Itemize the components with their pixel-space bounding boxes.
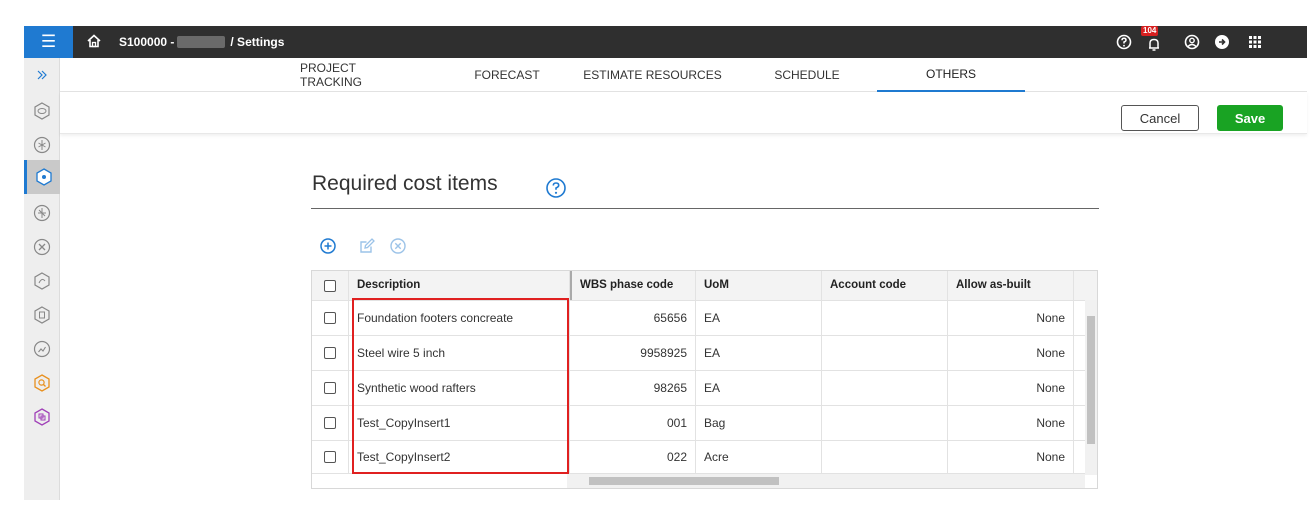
cell-allow-as-built[interactable]: None [948,371,1074,405]
cell-uom[interactable]: Acre [696,441,822,473]
project-code[interactable]: S100000 - [119,35,174,49]
top-bar: ☰ S100000 - / Settings 104 [24,26,1307,58]
row-checkbox-cell [312,371,349,405]
title-divider [311,208,1099,209]
vertical-scrollbar[interactable] [1085,300,1097,475]
column-header-uom[interactable]: UoM [696,271,822,300]
cell-wbs-phase-code[interactable]: 022 [570,441,696,473]
cell-wbs-phase-code[interactable]: 98265 [570,371,696,405]
row-checkbox[interactable] [324,451,336,463]
cell-account-code[interactable] [822,336,948,370]
bell-icon[interactable] [1145,35,1163,53]
breadcrumb-page: / Settings [230,35,285,49]
resources-icon[interactable] [24,230,60,264]
cell-allow-as-built[interactable]: None [948,336,1074,370]
cell-uom[interactable]: EA [696,301,822,335]
cell-wbs-phase-code[interactable]: 001 [570,406,696,440]
column-header-description[interactable]: Description [349,271,570,300]
horizontal-scrollbar[interactable] [567,474,1085,488]
redacted-project-name [177,36,226,48]
breadcrumb: S100000 - / Settings [119,35,284,49]
row-checkbox-cell [312,301,349,335]
schedule-icon[interactable] [24,196,60,230]
table-header: Description WBS phase code UoM Account c… [312,271,1097,301]
row-checkbox-cell [312,336,349,370]
help-icon[interactable] [545,177,567,199]
cell-account-code[interactable] [822,406,948,440]
tab-forecast[interactable]: FORECAST [462,58,552,92]
column-header-wbs-phase-code[interactable]: WBS phase code [570,271,696,300]
integration-icon[interactable] [24,400,60,434]
cell-uom[interactable]: EA [696,336,822,370]
vertical-scroll-thumb[interactable] [1087,316,1095,444]
tab-others[interactable]: OTHERS [877,58,1025,92]
home-icon[interactable] [85,32,103,52]
cancel-button[interactable]: Cancel [1121,105,1199,131]
delete-icon[interactable] [389,237,407,255]
cell-account-code[interactable] [822,441,948,473]
row-checkbox[interactable] [324,312,336,324]
tab-estimate-resources[interactable]: ESTIMATE RESOURCES [580,58,725,92]
apps-grid-icon[interactable] [1246,33,1264,51]
help-icon[interactable] [1115,33,1133,51]
column-header-allow-as-built[interactable]: Allow as-built [948,271,1074,300]
page-title: Required cost items [312,172,498,195]
settings-tabs: PROJECT TRACKING FORECAST ESTIMATE RESOU… [60,58,1307,92]
estimate-icon[interactable] [24,94,60,128]
project-tracking-icon[interactable] [24,128,60,162]
highlight-annotation-box [352,298,569,474]
notification-count-badge: 104 [1141,26,1159,36]
row-checkbox[interactable] [324,347,336,359]
left-rail [24,58,60,500]
cell-allow-as-built[interactable]: None [948,441,1074,473]
cell-account-code[interactable] [822,371,948,405]
row-checkbox-cell [312,406,349,440]
cell-uom[interactable]: Bag [696,406,822,440]
cell-wbs-phase-code[interactable]: 65656 [570,301,696,335]
cell-allow-as-built[interactable]: None [948,406,1074,440]
row-checkbox-cell [312,441,349,473]
tab-schedule[interactable]: SCHEDULE [762,58,852,92]
select-all-checkbox-cell [312,271,349,300]
reports-icon[interactable] [24,332,60,366]
user-icon[interactable] [1183,33,1201,51]
cost-items-icon[interactable] [24,160,60,194]
documents-icon[interactable] [24,298,60,332]
cell-allow-as-built[interactable]: None [948,301,1074,335]
cell-account-code[interactable] [822,301,948,335]
logout-icon[interactable] [1213,33,1231,51]
save-button[interactable]: Save [1217,105,1283,131]
menu-icon[interactable]: ☰ [24,26,73,58]
tab-project-tracking[interactable]: PROJECT TRACKING [300,58,420,92]
row-checkbox[interactable] [324,382,336,394]
expand-icon[interactable] [24,58,60,92]
forecast-icon[interactable] [24,264,60,298]
cell-wbs-phase-code[interactable]: 9958925 [570,336,696,370]
horizontal-scroll-thumb[interactable] [589,477,779,485]
cell-uom[interactable]: EA [696,371,822,405]
search-icon[interactable] [24,366,60,400]
row-checkbox[interactable] [324,417,336,429]
edit-icon[interactable] [358,237,376,255]
select-all-checkbox[interactable] [324,279,336,292]
column-header-account-code[interactable]: Account code [822,271,948,300]
action-bar [60,92,1307,134]
add-icon[interactable] [319,237,337,255]
